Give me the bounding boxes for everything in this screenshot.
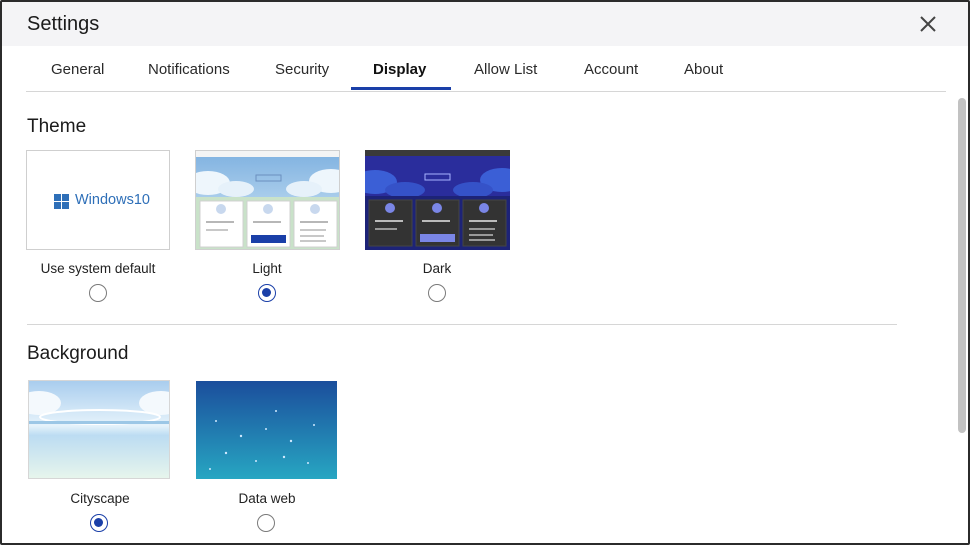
tab-notifications[interactable]: Notifications bbox=[148, 61, 230, 78]
theme-system-default-label: Use system default bbox=[40, 261, 156, 276]
background-cityscape-label: Cityscape bbox=[70, 491, 130, 506]
background-data-web-thumbnail[interactable] bbox=[196, 381, 337, 479]
theme-dark-radio[interactable] bbox=[428, 284, 446, 302]
data-web-preview-image bbox=[196, 381, 337, 479]
windows-logo-icon bbox=[54, 194, 69, 209]
tab-allow-list[interactable]: Allow List bbox=[474, 61, 537, 78]
background-data-web-radio[interactable] bbox=[257, 514, 275, 532]
active-tab-indicator bbox=[351, 87, 451, 90]
theme-dark-label: Dark bbox=[422, 261, 452, 276]
theme-light-radio[interactable] bbox=[258, 284, 276, 302]
tab-account[interactable]: Account bbox=[584, 61, 638, 78]
tab-security[interactable]: Security bbox=[275, 61, 329, 78]
tab-display[interactable]: Display bbox=[373, 61, 426, 78]
vertical-scrollbar[interactable] bbox=[958, 98, 966, 433]
theme-section-title: Theme bbox=[27, 116, 87, 137]
tab-general[interactable]: General bbox=[51, 61, 104, 78]
tab-bar: General Notifications Security Display A… bbox=[26, 46, 946, 92]
theme-dark-thumbnail[interactable] bbox=[365, 150, 510, 250]
theme-light-thumbnail[interactable] bbox=[195, 150, 340, 250]
background-cityscape-thumbnail[interactable] bbox=[28, 380, 170, 479]
cityscape-preview-image bbox=[29, 381, 169, 478]
background-data-web-label: Data web bbox=[238, 491, 296, 506]
theme-system-default-radio[interactable] bbox=[89, 284, 107, 302]
theme-light-label: Light bbox=[252, 261, 282, 276]
close-icon[interactable] bbox=[916, 12, 940, 36]
dark-theme-preview-image bbox=[365, 150, 510, 250]
settings-window: Settings General Notifications Security … bbox=[0, 0, 970, 545]
light-theme-preview-image bbox=[196, 151, 339, 249]
windows10-logo-text: Windows10 bbox=[75, 192, 150, 208]
section-divider bbox=[27, 324, 897, 325]
title-bar: Settings bbox=[2, 2, 968, 46]
theme-system-default-thumbnail[interactable]: Windows10 bbox=[26, 150, 170, 250]
background-section-title: Background bbox=[27, 343, 129, 364]
background-cityscape-radio[interactable] bbox=[90, 514, 108, 532]
window-title: Settings bbox=[27, 13, 100, 35]
tab-about[interactable]: About bbox=[684, 61, 723, 78]
